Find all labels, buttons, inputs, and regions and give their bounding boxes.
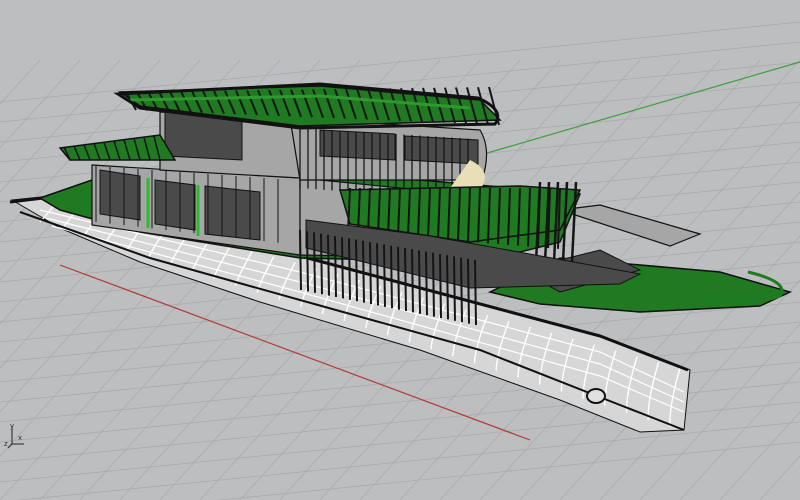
axis-y-label: y bbox=[10, 422, 15, 430]
side-fin bbox=[327, 234, 330, 296]
side-fin bbox=[439, 253, 442, 319]
side-fin bbox=[432, 252, 435, 317]
side-fin bbox=[313, 232, 316, 293]
perspective-viewport[interactable]: .hull{fill:#d6d6d6;stroke:#111111;stroke… bbox=[0, 0, 800, 500]
rear-outrigger-hull bbox=[559, 204, 702, 247]
side-fin bbox=[411, 249, 414, 313]
cabin-window bbox=[154, 179, 196, 231]
cabin-window bbox=[99, 169, 141, 221]
side-fin bbox=[299, 229, 302, 291]
side-fin bbox=[397, 246, 400, 310]
side-fin bbox=[348, 238, 351, 300]
side-fin bbox=[460, 257, 463, 323]
boat-3d-model-view[interactable]: .hull{fill:#d6d6d6;stroke:#111111;stroke… bbox=[0, 0, 800, 500]
side-fin bbox=[425, 251, 428, 316]
side-fin bbox=[467, 258, 470, 324]
side-fin bbox=[474, 259, 477, 326]
cabin-window bbox=[204, 185, 261, 241]
porthole bbox=[586, 388, 606, 404]
grid-line bbox=[215, 441, 800, 500]
side-fin bbox=[362, 240, 365, 303]
side-fin bbox=[355, 239, 358, 302]
side-fin bbox=[376, 243, 379, 306]
side-fin bbox=[306, 231, 309, 292]
side-fin bbox=[341, 237, 344, 299]
side-fin bbox=[383, 244, 386, 307]
axis-z-label: z bbox=[4, 440, 8, 448]
side-awning bbox=[58, 134, 177, 161]
side-fin bbox=[334, 235, 337, 298]
grid-line bbox=[15, 421, 800, 500]
side-fin bbox=[369, 241, 372, 305]
side-fin bbox=[390, 245, 393, 309]
side-fin bbox=[446, 255, 449, 320]
axis-x-label: x bbox=[18, 434, 23, 442]
side-fin bbox=[418, 250, 421, 314]
side-fin bbox=[404, 247, 407, 312]
side-fin bbox=[320, 233, 323, 295]
side-fin bbox=[453, 256, 456, 321]
